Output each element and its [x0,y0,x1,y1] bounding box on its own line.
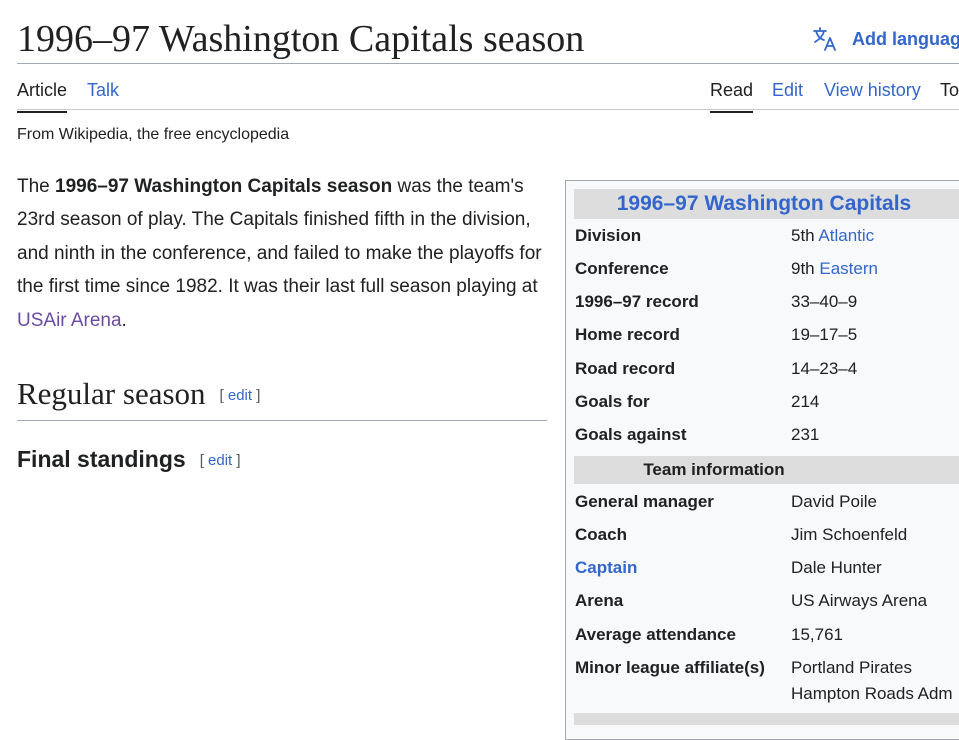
page-title: 1996–97 Washington Capitals season [17,18,585,60]
infobox-row-division: Division 5th Atlantic [575,223,959,249]
infobox-next-header [574,713,959,725]
bracket-close: ] [256,387,261,404]
infobox-row-goals-for: Goals for 214 [575,389,959,415]
row-value: 214 [791,392,820,411]
row-label: Coach [575,525,627,544]
infobox-row-goals-against: Goals against 231 [575,422,959,448]
translate-icon [813,27,836,51]
captain-link[interactable]: Captain [575,555,637,581]
usair-arena-link[interactable]: USAir Arena [17,310,122,331]
row-label: 1996–97 record [575,292,699,311]
tab-article[interactable]: Article [17,78,68,113]
row-label: Goals against [575,425,687,444]
value-prefix: 9th [791,259,820,278]
regular-season-heading: Regular season [ edit ] [17,374,547,421]
bracket-open: [ [199,452,204,469]
tab-tools[interactable]: To [940,78,959,111]
row-label: Home record [575,325,680,344]
add-languages-button[interactable]: Add languag [812,24,959,54]
row-label: Road record [575,359,676,378]
us-airways-arena-link[interactable]: US Airways Arena [791,588,927,614]
row-label: Minor league affiliate(s) [575,658,765,677]
infobox: 1996–97 Washington Capitals Division 5th… [565,180,959,740]
add-languages-label: Add languag [852,28,959,49]
infobox-row-coach: Coach Jim Schoenfeld [575,522,959,548]
infobox-row-home-record: Home record 19–17–5 [575,322,959,348]
lead-paragraph: The 1996–97 Washington Capitals season w… [17,170,547,337]
bracket-close: ] [236,452,241,469]
row-value: 5th Atlantic [791,223,874,249]
value-prefix: 5th [791,226,819,245]
infobox-row-captain: Captain Dale Hunter [575,555,959,581]
eastern-link[interactable]: Eastern [819,259,878,278]
lead-text-start: The [17,176,56,197]
lead-bold-title: 1996–97 Washington Capitals season [55,176,393,197]
final-standings-heading: Final standings [ edit ] [17,443,241,477]
infobox-row-affiliates-2: Hampton Roads Adm [575,681,959,707]
dale-hunter-link[interactable]: Dale Hunter [791,555,882,581]
hampton-roads-link[interactable]: Hampton Roads Adm [791,681,953,707]
tab-read[interactable]: Read [710,78,754,113]
infobox-row-affiliates: Minor league affiliate(s) Portland Pirat… [575,655,959,681]
atlantic-link[interactable]: Atlantic [818,226,874,245]
infobox-row-arena: Arena US Airways Arena [575,588,959,614]
row-value: 19–17–5 [791,325,858,344]
row-value: 33–40–9 [791,292,858,311]
row-label: Conference [575,259,669,278]
lead-text-end: . [121,309,127,331]
david-poile-link[interactable]: David Poile [791,489,877,515]
row-value: 231 [791,425,820,444]
section-edit-control: [ edit ] [220,387,261,404]
row-value: 15,761 [791,625,843,644]
infobox-row-road-record: Road record 14–23–4 [575,356,959,382]
edit-final-standings-link[interactable]: edit [208,452,232,469]
row-label: Arena [575,591,624,610]
tagline: From Wikipedia, the free encyclopedia [17,126,290,143]
tab-edit[interactable]: Edit [772,78,803,111]
team-information-header: Team information [574,456,959,484]
tab-divider [17,109,959,110]
infobox-row-record: 1996–97 record 33–40–9 [575,289,959,315]
row-value: 9th Eastern [791,256,878,282]
tab-talk[interactable]: Talk [87,78,119,111]
infobox-title[interactable]: 1996–97 Washington Capitals [574,189,959,219]
title-divider [17,63,959,64]
regular-season-title: Regular season [17,376,206,411]
infobox-row-general-manager: General manager David Poile [575,489,959,515]
jim-schoenfeld-link[interactable]: Jim Schoenfeld [791,522,907,548]
tab-view-history[interactable]: View history [824,78,921,111]
row-label: Goals for [575,392,650,411]
row-label: Average attendance [575,625,736,644]
portland-pirates-link[interactable]: Portland Pirates [791,655,912,681]
bracket-open: [ [219,387,224,404]
infobox-row-attendance: Average attendance 15,761 [575,622,959,648]
final-standings-title: Final standings [17,446,186,472]
row-label: Division [575,226,642,245]
row-label: General manager [575,492,714,511]
infobox-row-conference: Conference 9th Eastern [575,256,959,282]
row-value: 14–23–4 [791,359,858,378]
section-edit-control: [ edit ] [200,452,241,469]
edit-regular-season-link[interactable]: edit [228,387,252,404]
